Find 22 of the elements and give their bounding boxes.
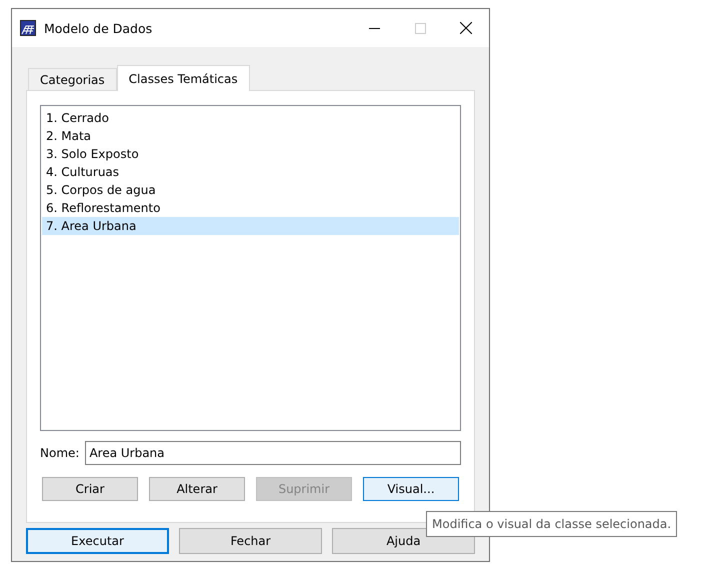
app-grid-icon [20,20,36,36]
list-item[interactable]: 5. Corpos de agua [42,181,459,199]
name-field[interactable]: Area Urbana [85,441,461,465]
tab[interactable]: Categorias [28,68,117,90]
tooltip: Modifica o visual da classe selecionada. [426,511,678,537]
list-item[interactable]: 1. Cerrado [42,109,459,127]
maximize-icon [414,22,426,34]
list-item[interactable]: 7. Area Urbana [42,217,459,235]
list-item[interactable]: 4. Culturuas [42,163,459,181]
class-list[interactable]: 1. Cerrado 2. Mata 3. Solo Exposto 4. Culturuas 5. Corpos de agua 6. Reflorestamento 7. Area Urbana [40,105,461,431]
close-icon [460,22,472,34]
push-button[interactable]: Executar [26,528,169,554]
push-button[interactable]: Visual... [363,477,459,501]
tab[interactable]: Classes Temáticas [116,65,250,91]
window-title: Modelo de Dados [44,20,154,36]
list-item[interactable]: 2. Mata [42,127,459,145]
push-button[interactable]: Criar [42,477,138,501]
list-item[interactable]: 3. Solo Exposto [42,145,459,163]
push-button[interactable]: Fechar [179,528,322,554]
push-button[interactable]: Alterar [149,477,245,501]
list-item[interactable]: 6. Reflorestamento [42,199,459,217]
name-label: Nome: [40,446,80,460]
